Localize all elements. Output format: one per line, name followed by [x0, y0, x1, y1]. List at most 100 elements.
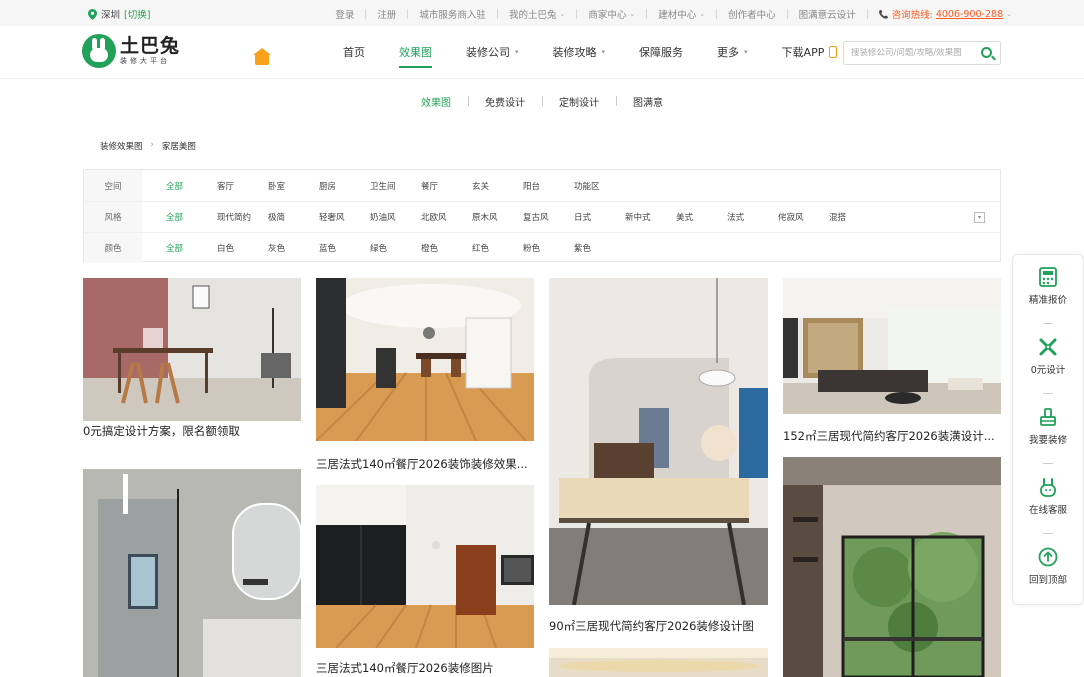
nav-item-label: 下载APP — [781, 46, 825, 59]
sub-nav-tab[interactable]: 定制设计 — [542, 94, 616, 109]
filter-option[interactable]: 蓝色 — [319, 242, 370, 254]
card-image[interactable] — [83, 469, 301, 677]
search-icon[interactable] — [981, 47, 992, 58]
card-image[interactable] — [549, 648, 768, 677]
nav-item-label: 更多 — [717, 46, 740, 59]
filter-option[interactable]: 法式 — [727, 211, 778, 223]
card-image[interactable] — [316, 485, 534, 648]
city-name: 深圳 — [101, 10, 121, 21]
filter-option[interactable]: 美式 — [676, 211, 727, 223]
top-link[interactable]: 登录 — [335, 7, 354, 21]
top-links: 登录 注册 城市服务商入驻 我的土巴兔 ⌄ 商家中心 ⌄ 建材中心 ⌄ 创作者中心 图满意云设计 📞 咨… — [335, 7, 1012, 22]
expand-toggle-icon[interactable]: ▾ — [974, 212, 985, 223]
divider — [365, 9, 367, 19]
filter-option[interactable]: 日式 — [574, 211, 625, 223]
nav-item[interactable]: 下载APP — [782, 44, 838, 60]
filter-option[interactable]: 全部 — [166, 180, 217, 192]
search-input[interactable] — [851, 48, 979, 58]
filter-option[interactable]: 北欧风 — [421, 211, 472, 223]
filter-option[interactable]: 橙色 — [421, 242, 472, 254]
card-caption[interactable]: 三居法式140㎡餐厅2026装修图片 — [316, 660, 534, 676]
filter-option[interactable]: 混搭 — [829, 211, 880, 223]
logo-subtitle: 装修大平台 — [120, 57, 170, 65]
nav-item[interactable]: 效果图 — [399, 44, 432, 68]
side-item[interactable]: 我要装修 — [1013, 407, 1083, 446]
card-image[interactable] — [783, 457, 1001, 677]
nav-item[interactable]: 装修攻略 ▾ — [553, 44, 606, 60]
hotline[interactable]: 📞 咨询热线: 4006-900-288 ⌄ — [879, 7, 1012, 22]
top-link[interactable]: 城市服务商入驻 — [419, 7, 486, 21]
location[interactable]: 深圳 [切换] — [88, 7, 150, 21]
filter-option[interactable]: 原木风 — [472, 211, 523, 223]
filter-row: 风格 全部 现代简约 极简 轻奢风 奶油风 北欧风 原木风 复古风 日式 新中式 美式 法式 侘寂风 混搭 ▾ — [84, 201, 1000, 232]
top-link[interactable]: 图满意云设计 — [799, 7, 856, 21]
filter-option[interactable]: 卧室 — [268, 180, 319, 192]
home-icon[interactable] — [253, 48, 271, 65]
side-item[interactable]: 回到顶部 — [1013, 547, 1083, 586]
filter-option[interactable]: 玄关 — [472, 180, 523, 192]
card-caption[interactable]: 三居法式140㎡餐厅2026装饰装修效果... — [316, 456, 534, 472]
hotline-label: 咨询热线: — [891, 10, 933, 21]
hotline-number[interactable]: 4006-900-288 — [936, 9, 1003, 20]
filter-option[interactable]: 侘寂风 — [778, 211, 829, 223]
filter-option[interactable]: 现代简约 — [217, 211, 268, 223]
top-link[interactable]: 创作者中心 — [728, 7, 776, 21]
breadcrumb-item[interactable]: 装修效果图 — [100, 140, 143, 152]
side-item[interactable]: 在线客服 — [1013, 477, 1083, 516]
sub-nav-tab[interactable]: 图满意 — [616, 94, 680, 109]
top-link[interactable]: 我的土巴兔 ⌄ — [509, 7, 565, 21]
mobile-phone-icon — [829, 46, 838, 58]
nav-item[interactable]: 更多 ▾ — [717, 44, 748, 60]
filter-option[interactable]: 客厅 — [217, 180, 268, 192]
top-link[interactable]: 商家中心 ⌄ — [588, 7, 635, 21]
card-image[interactable] — [316, 278, 534, 441]
top-link-label: 注册 — [377, 10, 397, 21]
city-switch-link[interactable]: [切换] — [124, 7, 150, 21]
filter-option[interactable]: 奶油风 — [370, 211, 421, 223]
site-logo[interactable]: 土巴兔 装修大平台 — [82, 34, 180, 68]
divider — [866, 9, 868, 19]
filter-option[interactable]: 灰色 — [268, 242, 319, 254]
filter-option[interactable]: 粉色 — [523, 242, 574, 254]
paint-brush-icon — [1038, 407, 1058, 427]
filter-option[interactable]: 极简 — [268, 211, 319, 223]
filter-option[interactable]: 轻奢风 — [319, 211, 370, 223]
card-image[interactable] — [83, 278, 301, 421]
nav-item[interactable]: 首页 — [343, 44, 365, 60]
design-tools-icon — [1038, 337, 1058, 357]
filter-option[interactable]: 厨房 — [319, 180, 370, 192]
card-caption[interactable]: 152㎡三居现代简约客厅2026装潢设计... — [783, 428, 1001, 444]
top-link-label: 图满意云设计 — [798, 10, 856, 21]
sub-nav: 效果图 免费设计 定制设计 图满意 — [0, 94, 1084, 109]
card-caption[interactable]: 0元搞定设计方案，限名额领取 — [83, 423, 301, 439]
nav-item[interactable]: 装修公司 ▾ — [466, 44, 519, 60]
divider — [496, 9, 498, 19]
breadcrumb-item[interactable]: 家居美图 — [162, 140, 196, 152]
nav-item[interactable]: 保障服务 — [639, 44, 683, 60]
card-caption[interactable]: 90㎡三居现代简约客厅2026装修设计图 — [549, 618, 768, 634]
card-image[interactable] — [549, 278, 768, 605]
filter-option[interactable]: 功能区 — [574, 180, 625, 192]
sub-nav-tab[interactable]: 免费设计 — [468, 94, 542, 109]
calculator-icon — [1038, 267, 1058, 287]
side-float-bar: 精准报价 0元设计我要装修在线客服回到顶部 — [1012, 254, 1084, 605]
filter-option[interactable]: 餐厅 — [421, 180, 472, 192]
card-image[interactable] — [783, 278, 1001, 414]
filter-option[interactable]: 白色 — [217, 242, 268, 254]
side-item[interactable]: 0元设计 — [1013, 337, 1083, 376]
filter-option[interactable]: 全部 — [166, 211, 217, 223]
top-link[interactable]: 注册 — [377, 7, 396, 21]
filter-option[interactable]: 紫色 — [574, 242, 625, 254]
sub-nav-tab[interactable]: 效果图 — [404, 94, 468, 109]
filter-option[interactable]: 绿色 — [370, 242, 421, 254]
nav-item-label: 装修公司 — [466, 46, 510, 59]
filter-option[interactable]: 全部 — [166, 242, 217, 254]
filter-option[interactable]: 阳台 — [523, 180, 574, 192]
top-link[interactable]: 建材中心 ⌄ — [658, 7, 705, 21]
side-item[interactable]: 精准报价 — [1013, 267, 1083, 306]
filter-option[interactable]: 卫生间 — [370, 180, 421, 192]
filter-option[interactable]: 复古风 — [523, 211, 574, 223]
filter-option[interactable]: 红色 — [472, 242, 523, 254]
filter-option[interactable]: 新中式 — [625, 211, 676, 223]
breadcrumb: 装修效果图 › 家居美图 — [100, 140, 196, 152]
